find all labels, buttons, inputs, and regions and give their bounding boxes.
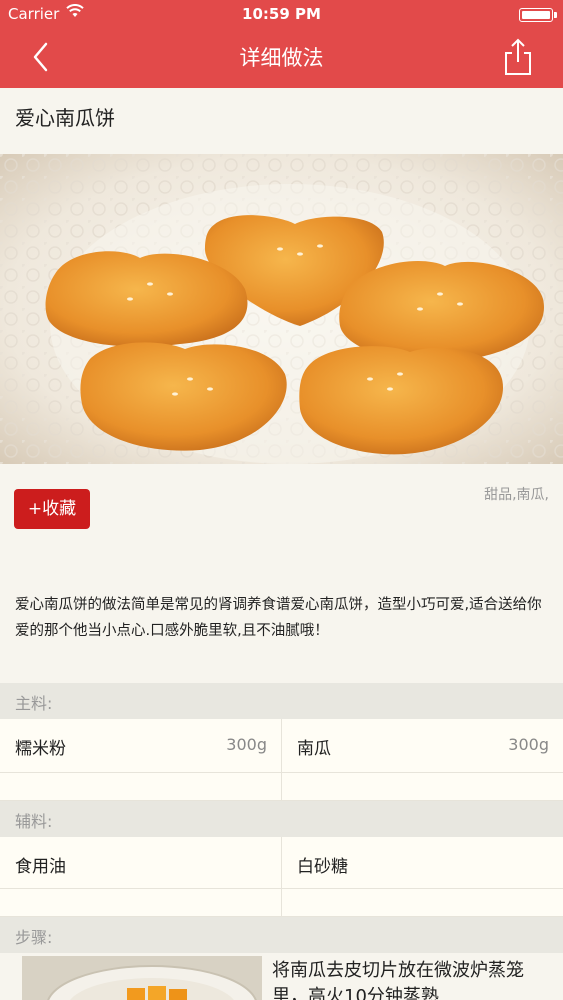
- page-title: 详细做法: [239, 46, 324, 70]
- ingredient-name: 糯米粉: [15, 739, 66, 759]
- empty-cell: [0, 773, 282, 801]
- ingredient-qty: 300g: [508, 735, 549, 754]
- steps-header: 步骤:: [0, 917, 563, 953]
- empty-cell: [0, 889, 282, 917]
- ingredient-name: 白砂糖: [297, 857, 348, 877]
- main-ingredients-row: 糯米粉 300g 南瓜 300g: [0, 719, 563, 773]
- ingredient-cell: 南瓜 300g: [282, 719, 563, 773]
- main-ingredients-empty-row: [0, 773, 563, 801]
- recipe-photo: [0, 154, 563, 464]
- battery-icon: [519, 8, 557, 22]
- ingredient-cell: 食用油: [0, 837, 282, 889]
- recipe-title: 爱心南瓜饼: [0, 88, 563, 154]
- main-ingredients-header: 主料:: [0, 683, 563, 719]
- ingredient-qty: 300g: [226, 735, 267, 754]
- step-description: 将南瓜去皮切片放在微波炉蒸笼里，高火10分钟蒸熟: [272, 960, 524, 1000]
- recipe-tags: 甜品,南瓜,: [484, 487, 549, 503]
- share-icon: [505, 38, 531, 75]
- recipe-description: 爱心南瓜饼的做法简单是常见的肾调养食谱爱心南瓜饼，造型小巧可爱,适合送给你爱的那…: [15, 597, 542, 639]
- aux-ingredients-row: 食用油 白砂糖: [0, 837, 563, 889]
- share-button[interactable]: [503, 36, 533, 76]
- app-header: Carrier 10:59 PM 详细做法: [0, 0, 563, 88]
- ingredient-name: 南瓜: [297, 739, 331, 759]
- aux-ingredients-header: 辅料:: [0, 801, 563, 837]
- ingredient-name: 食用油: [15, 857, 66, 877]
- empty-cell: [282, 773, 563, 801]
- favorite-button[interactable]: +收藏: [14, 489, 90, 529]
- nav-bar: 详细做法: [0, 30, 563, 88]
- ingredient-cell: 糯米粉 300g: [0, 719, 282, 773]
- status-bar: Carrier 10:59 PM: [0, 0, 563, 30]
- ingredient-cell: 白砂糖: [282, 837, 563, 889]
- empty-cell: [282, 889, 563, 917]
- status-time: 10:59 PM: [242, 5, 321, 23]
- aux-ingredients-empty-row: [0, 889, 563, 917]
- step-image: [22, 956, 262, 1000]
